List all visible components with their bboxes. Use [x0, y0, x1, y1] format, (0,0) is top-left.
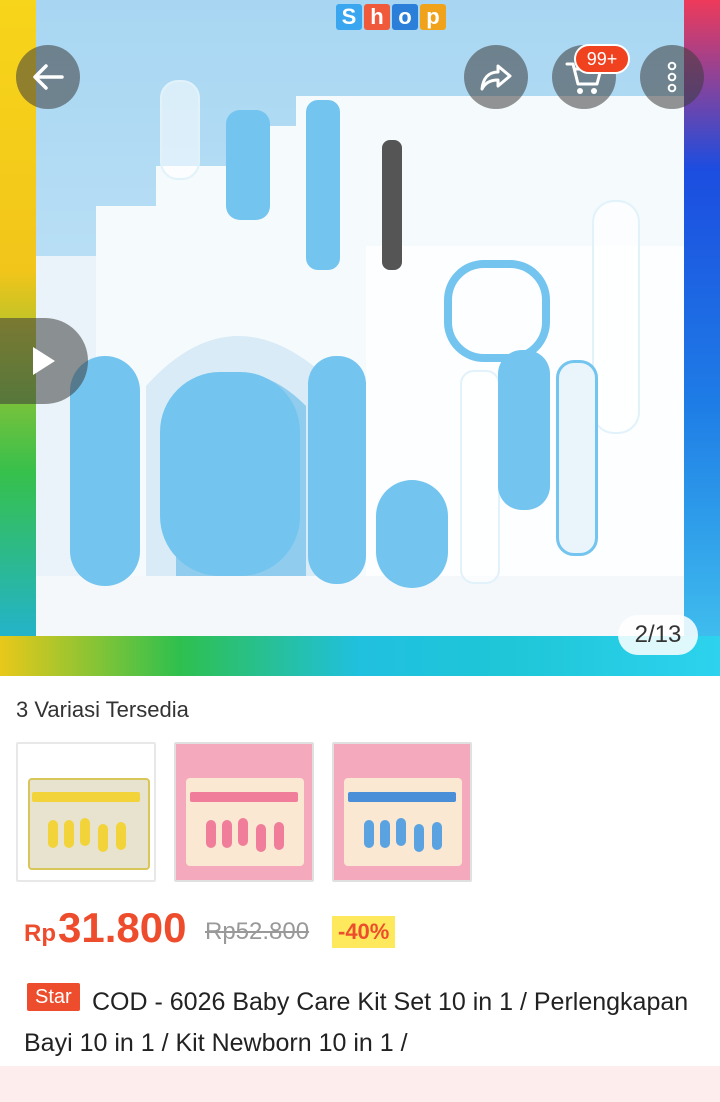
thumb-item: [206, 820, 216, 848]
comb: [308, 356, 366, 584]
share-button[interactable]: [464, 45, 528, 109]
finger-toothbrush: [160, 80, 200, 180]
thumb-item: [222, 820, 232, 848]
logo-letter: o: [392, 4, 418, 30]
medicine-spoon: [592, 200, 640, 434]
ear-cleaner: [498, 350, 550, 510]
arrow-left-icon: [33, 64, 64, 90]
thumb-item: [396, 818, 406, 846]
logo-letter: S: [336, 4, 362, 30]
thumb-item: [274, 822, 284, 850]
image-counter: 2/13: [618, 615, 698, 655]
scissors: [444, 260, 550, 362]
image-frame-bottom: [0, 636, 720, 676]
play-icon: [33, 347, 55, 375]
bath-thermometer-frog: [160, 372, 300, 576]
logo-letter: p: [420, 4, 446, 30]
thumb-item: [48, 820, 58, 848]
star-seller-badge: Star: [27, 983, 80, 1011]
thumb-item: [256, 824, 266, 852]
variation-thumb-blue[interactable]: [332, 742, 472, 882]
cart-count-badge: 99+: [574, 44, 630, 74]
thumb-item: [380, 820, 390, 848]
variation-thumb-yellow[interactable]: [16, 742, 156, 882]
price-original: Rp52.800: [205, 918, 310, 945]
thumb-item: [414, 824, 424, 852]
more-options-button[interactable]: [640, 45, 704, 109]
variations-title: 3 Variasi Tersedia: [16, 697, 189, 722]
thumb-item: [364, 820, 374, 848]
hair-brush: [70, 356, 140, 586]
price-currency: Rp: [24, 920, 56, 947]
thumb-item: [116, 822, 126, 850]
nasal-aspirator: [376, 480, 448, 588]
thumb-item: [64, 820, 74, 848]
product-image-gallery[interactable]: S h o p 99+ 2/13: [0, 0, 720, 676]
product-title: COD - 6026 Baby Care Kit Set 10 in 1 / P…: [24, 988, 689, 1057]
thumb-label: [32, 792, 140, 802]
logo-letter: h: [364, 4, 390, 30]
product-floor: [36, 576, 684, 636]
thumb-item: [432, 822, 442, 850]
more-vertical-icon: [667, 61, 677, 93]
nail-clipper: [226, 110, 270, 220]
thumb-label: [190, 792, 298, 802]
medicine-dropper: [460, 370, 500, 584]
tweezers: [306, 100, 340, 270]
variation-thumb-pink[interactable]: [174, 742, 314, 882]
thumb-item: [238, 818, 248, 846]
digital-thermometer: [556, 360, 598, 556]
nail-file: [382, 140, 402, 270]
thumb-item: [80, 818, 90, 846]
back-button[interactable]: [16, 45, 80, 109]
thumb-label: [348, 792, 456, 802]
discount-badge: -40%: [332, 916, 396, 948]
price-current: 31.800: [58, 904, 187, 951]
play-video-button[interactable]: [0, 318, 88, 404]
share-icon: [480, 64, 512, 91]
thumb-item: [98, 824, 108, 852]
shop-logo: S h o p: [336, 4, 446, 30]
bottom-banner[interactable]: [0, 1066, 720, 1102]
